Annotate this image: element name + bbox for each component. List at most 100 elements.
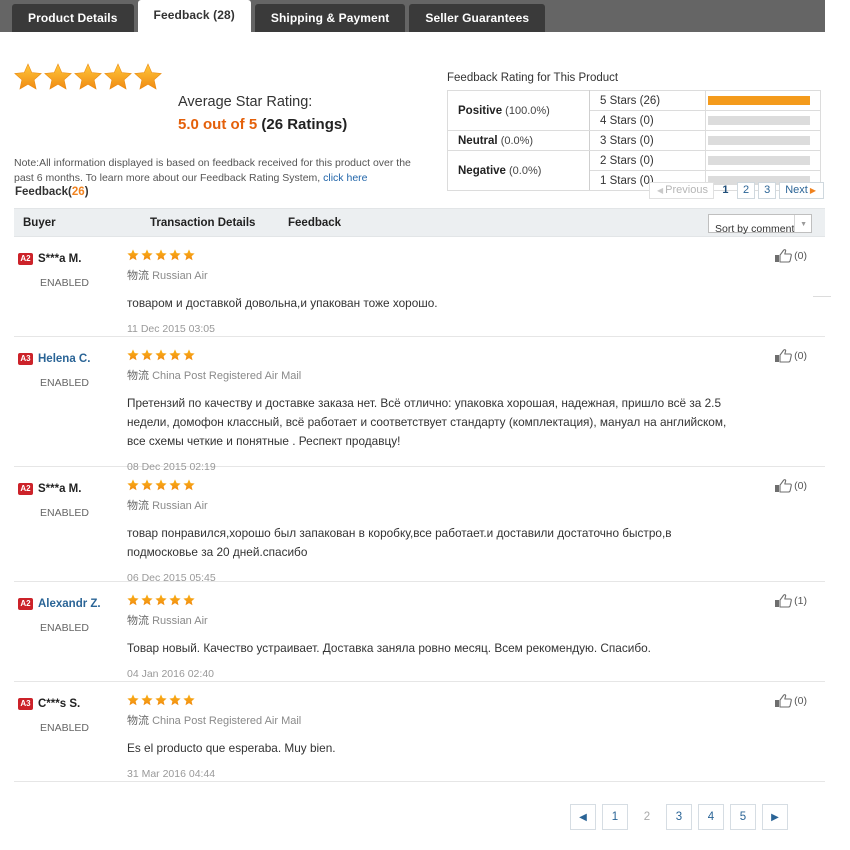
helpful-button[interactable]: (0) — [774, 692, 807, 709]
feedback-row: A2 Alexandr Z. ENABLED 物流 Russian Air Тов… — [14, 582, 825, 682]
pagination-bottom-page-4[interactable]: 4 — [698, 804, 724, 830]
pagination-page-2[interactable]: 2 — [736, 182, 756, 199]
pagination-page-1[interactable]: 1 — [717, 182, 734, 199]
rating-group-positive-pct: (100.0%) — [505, 104, 550, 117]
tab-seller-guarantees[interactable]: Seller Guarantees — [409, 4, 546, 32]
review-stars — [127, 349, 730, 361]
tab-feedback[interactable]: Feedback (28) — [137, 0, 251, 32]
helpful-count: (0) — [794, 249, 807, 262]
pagination-previous-button[interactable]: ◀ Previous — [649, 182, 714, 199]
buyer-name[interactable]: Helena C. — [38, 353, 90, 365]
buyer-name[interactable]: Alexandr Z. — [38, 598, 101, 610]
helpful-button[interactable]: (0) — [774, 477, 807, 494]
helpful-count: (0) — [794, 479, 807, 492]
sort-by-select[interactable]: Sort by comment ▼ — [708, 214, 812, 235]
rating-bar-5 — [705, 90, 821, 111]
shipping-method-name: Russian Air — [152, 615, 208, 627]
logistics-cjk-label: 物流 — [127, 500, 149, 512]
shipping-method: 物流 Russian Air — [127, 499, 730, 513]
tab-shipping-payment[interactable]: Shipping & Payment — [254, 4, 406, 32]
column-header-buyer: Buyer — [23, 217, 56, 229]
pagination-bottom-page-1[interactable]: 1 — [602, 804, 628, 830]
pagination-bottom-next-button[interactable]: ▶ — [762, 804, 788, 830]
rating-group-neutral: Neutral (0.0%) — [447, 130, 590, 151]
buyer-name: C***s S. — [38, 697, 81, 710]
rating-bar-2 — [705, 150, 821, 171]
shipping-method: 物流 Russian Air — [127, 614, 730, 628]
thumbs-up-icon — [775, 594, 793, 608]
buyer-column: A3 C***s S. ENABLED — [18, 695, 143, 734]
logistics-cjk-label: 物流 — [127, 370, 149, 382]
average-rating-value: 5.0 out of 5 (26 Ratings) — [178, 116, 347, 133]
rating-group-neutral-label: Neutral — [458, 134, 498, 147]
feedback-page: Product Details Feedback (28) Shipping &… — [0, 0, 850, 850]
feedback-rating-table: Positive (100.0%) 5 Stars (26) 4 Stars (… — [447, 90, 821, 191]
feedback-content: 物流 Russian Air Товар новый. Качество уст… — [127, 594, 730, 680]
logistics-cjk-label: 物流 — [127, 270, 149, 282]
rating-bar-track-4 — [708, 116, 810, 125]
review-stars — [127, 249, 730, 261]
thumbs-up-icon — [775, 479, 793, 493]
rating-bar-track-2 — [708, 156, 810, 165]
thumbs-up-icon — [775, 349, 793, 363]
rating-bar-4 — [705, 110, 821, 131]
review-date: 11 Dec 2015 03:05 — [127, 323, 215, 335]
helpful-button[interactable]: (1) — [774, 592, 807, 609]
helpful-button[interactable]: (0) — [774, 247, 807, 264]
shipping-method: 物流 China Post Registered Air Mail — [127, 714, 730, 728]
review-stars — [127, 479, 730, 491]
rating-bar-fill-5 — [708, 96, 810, 105]
buyer-column: A2 S***a M. ENABLED — [18, 250, 143, 289]
buyer-level-badge: A2 — [18, 482, 33, 495]
pagination-bottom-prev-button[interactable]: ◀ — [570, 804, 596, 830]
feedback-row: A3 Helena C. ENABLED 物流 China Post Regist… — [14, 337, 825, 473]
feedback-content: 物流 China Post Registered Air Mail Es el … — [127, 694, 730, 780]
helpful-count: (0) — [794, 694, 807, 707]
buyer-level-badge: A3 — [18, 352, 33, 365]
helpful-count: (1) — [794, 594, 807, 607]
rating-bar-3 — [705, 130, 821, 151]
average-star-rating-stars — [14, 62, 166, 92]
average-score: 5.0 out of 5 — [178, 116, 258, 133]
rating-row-label-4: 4 Stars (0) — [589, 110, 706, 131]
chevron-right-icon: ▶ — [809, 185, 816, 195]
pagination-next-label: Next — [785, 184, 808, 196]
buyer-name: S***a M. — [38, 252, 82, 265]
logistics-cjk-label: 物流 — [127, 715, 149, 727]
chevron-left-icon: ◀ — [657, 185, 664, 195]
buyer-column: A2 Alexandr Z. ENABLED — [18, 595, 143, 634]
table-row: Neutral (0.0%) 3 Stars (0) — [447, 130, 821, 151]
feedback-list-header: Buyer Transaction Details Feedback Sort … — [14, 208, 825, 237]
review-comment: Товар новый. Качество устраивает. Достав… — [127, 641, 651, 655]
feedback-note: Note:All information displayed is based … — [14, 156, 414, 186]
review-comment: товар понравился,хорошо был запакован в … — [127, 526, 672, 559]
review-comment: Es el producto que esperaba. Muy bien. — [127, 741, 336, 755]
helpful-button[interactable]: (0) — [774, 347, 807, 364]
buyer-level-badge: A2 — [18, 252, 33, 265]
feedback-count: Feedback(26) — [15, 186, 89, 198]
table-row: Negative (0.0%) 2 Stars (0) — [447, 150, 821, 191]
pagination-bottom-page-2: 2 — [643, 811, 651, 823]
column-header-transaction: Transaction Details — [150, 217, 256, 229]
pagination-bottom-page-3[interactable]: 3 — [666, 804, 692, 830]
review-stars — [127, 594, 730, 606]
pagination-bottom-page-5[interactable]: 5 — [730, 804, 756, 830]
rating-group-positive-label: Positive — [458, 104, 503, 117]
thumbs-up-icon — [775, 694, 793, 708]
shipping-method-name: China Post Registered Air Mail — [152, 370, 302, 382]
feedback-rating-panel-title: Feedback Rating for This Product — [447, 72, 619, 84]
tab-product-details[interactable]: Product Details — [12, 4, 134, 32]
rating-group-neutral-pct: (0.0%) — [500, 134, 534, 147]
rating-bar-track-3 — [708, 136, 810, 145]
buyer-level-badge: A2 — [18, 597, 33, 610]
buyer-column: A2 S***a M. ENABLED — [18, 480, 143, 519]
pagination-previous-label: Previous — [665, 184, 708, 196]
rating-group-negative: Negative (0.0%) — [447, 150, 590, 191]
pagination-page-3[interactable]: 3 — [758, 182, 777, 199]
rating-row-label-3: 3 Stars (0) — [589, 130, 706, 151]
feedback-rating-system-link[interactable]: click here — [323, 172, 367, 184]
average-rating-label: Average Star Rating: — [178, 94, 313, 110]
chevron-right-icon: ▶ — [771, 811, 779, 823]
pagination-next-button[interactable]: Next ▶ — [779, 182, 824, 199]
shipping-method-name: China Post Registered Air Mail — [152, 715, 302, 727]
